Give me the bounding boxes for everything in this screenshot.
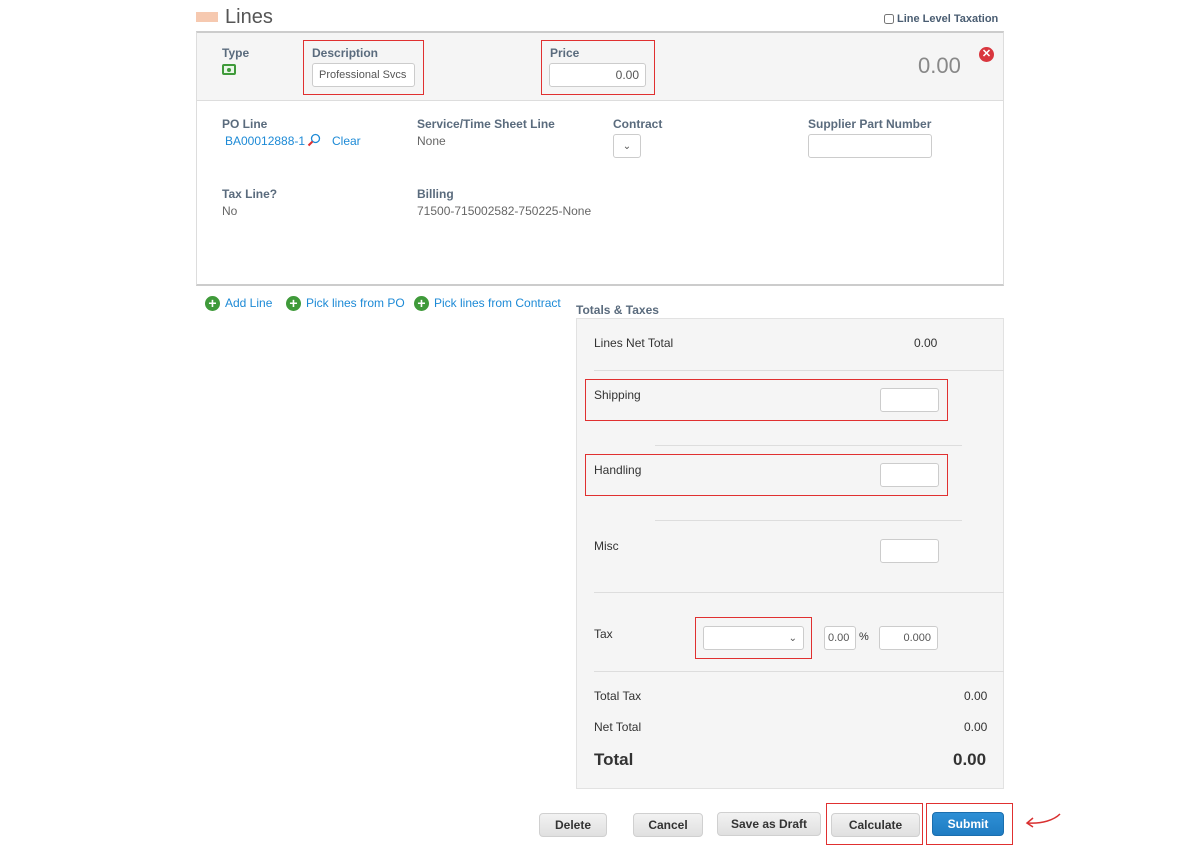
calculate-highlight (826, 803, 923, 845)
contract-label: Contract (613, 117, 663, 131)
po-line-link[interactable]: BA00012888-1 (225, 134, 305, 148)
chevron-down-icon: ⌄ (622, 140, 632, 152)
plus-icon: + (414, 296, 429, 312)
divider (594, 592, 1004, 593)
contract-select[interactable]: ⌄ (613, 134, 641, 158)
tax-amount-input[interactable]: 0.000 (879, 626, 938, 650)
type-label: Type (222, 46, 250, 60)
net-total-label: Net Total (594, 720, 642, 734)
submit-highlight (926, 803, 1013, 845)
tax-line-value: No (222, 204, 238, 218)
total-tax-label: Total Tax (594, 689, 642, 703)
tax-line-label: Tax Line? (222, 187, 278, 201)
divider (655, 445, 962, 446)
billing-label: Billing (417, 187, 454, 201)
po-clear-link[interactable]: Clear (332, 134, 361, 148)
total-value: 0.00 (953, 750, 987, 769)
remove-line-icon[interactable]: ✕ (979, 47, 994, 62)
handling-highlight (585, 454, 948, 496)
line-level-taxation-checkbox[interactable] (884, 14, 894, 24)
description-highlight (303, 40, 424, 95)
line-total: 0.00 (918, 53, 961, 78)
tax-rate-input[interactable]: 0.00 (824, 626, 856, 650)
pick-po-link[interactable]: + Pick lines from PO (286, 296, 405, 312)
section-title: Lines (225, 6, 273, 28)
misc-label: Misc (594, 539, 619, 553)
cancel-button[interactable]: Cancel (633, 813, 703, 837)
tax-label: Tax (594, 627, 613, 641)
tax-select-highlight (695, 617, 812, 659)
save-draft-button[interactable]: Save as Draft (717, 812, 821, 836)
supplier-part-input[interactable] (808, 134, 932, 158)
arrow-annotation-icon (1024, 810, 1064, 837)
line-level-taxation-toggle[interactable]: Line Level Taxation (884, 13, 998, 25)
service-value: None (417, 134, 446, 148)
money-icon (222, 64, 236, 75)
lines-net-total-label: Lines Net Total (594, 336, 674, 350)
billing-value: 71500-715002582-750225-None (417, 204, 592, 218)
service-label: Service/Time Sheet Line (417, 117, 555, 131)
divider (594, 671, 1004, 672)
plus-icon: + (205, 296, 220, 312)
lines-net-total-value: 0.00 (914, 336, 938, 350)
total-label: Total (594, 750, 634, 769)
totals-title: Totals & Taxes (576, 303, 659, 317)
divider (594, 370, 1004, 371)
misc-input[interactable] (880, 539, 939, 563)
shipping-highlight (585, 379, 948, 421)
delete-button[interactable]: Delete (539, 813, 607, 837)
section-icon (196, 12, 218, 22)
pick-contract-link[interactable]: + Pick lines from Contract (414, 296, 561, 312)
add-line-link[interactable]: + Add Line (205, 296, 272, 312)
total-tax-value: 0.00 (964, 689, 988, 703)
search-icon[interactable] (307, 133, 321, 147)
net-total-value: 0.00 (964, 720, 988, 734)
plus-icon: + (286, 296, 301, 312)
price-highlight (541, 40, 655, 95)
divider (655, 520, 962, 521)
supplier-part-label: Supplier Part Number (808, 117, 932, 131)
po-line-label: PO Line (222, 117, 268, 131)
tax-percent-sign: % (859, 631, 869, 643)
